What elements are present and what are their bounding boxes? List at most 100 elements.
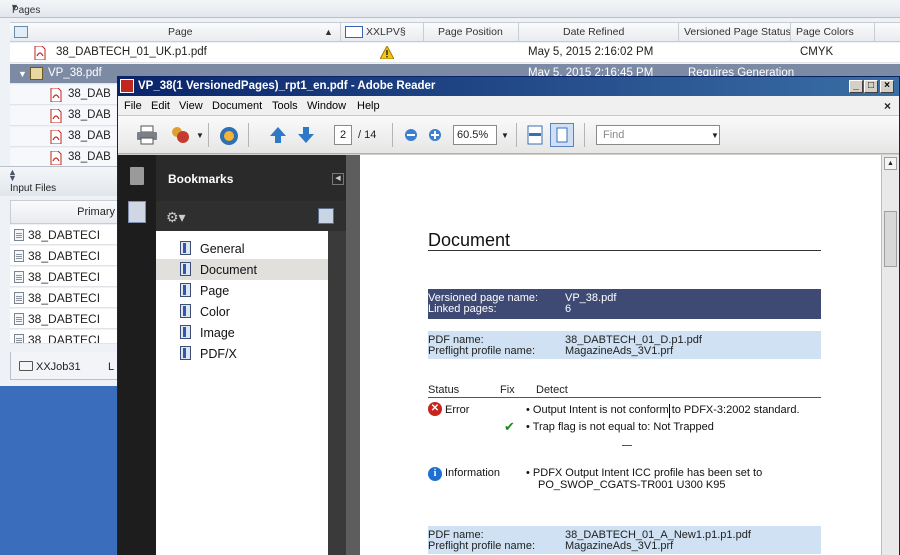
- bookmark-document[interactable]: Document: [156, 259, 328, 280]
- menu-file[interactable]: File: [124, 100, 142, 112]
- thumbnail-column-icon[interactable]: [14, 26, 28, 38]
- gear-icon[interactable]: ⚙▾: [166, 209, 186, 226]
- page-name: 38_DAB: [68, 109, 111, 121]
- bookmark-label: General: [200, 242, 245, 256]
- find-input[interactable]: Find: [596, 125, 720, 145]
- scroll-up-icon[interactable]: ▲: [884, 157, 897, 170]
- title-bar[interactable]: VP_38(1 VersionedPages)_rpt1_en.pdf - Ad…: [118, 77, 899, 96]
- input-files-column-header[interactable]: Primary: [10, 200, 120, 224]
- collaborate-dropdown-icon[interactable]: ▼: [196, 131, 204, 140]
- error-icon: ✕: [428, 402, 442, 416]
- bookmarks-list: General Document Page Color Image PDF/X: [156, 231, 328, 555]
- list-item[interactable]: 38_DABTECI: [10, 225, 120, 245]
- menu-edit[interactable]: Edit: [151, 100, 170, 112]
- menu-help[interactable]: Help: [357, 100, 380, 112]
- sign-icon[interactable]: [218, 125, 240, 147]
- fit-width-icon[interactable]: [526, 125, 544, 145]
- menu-view[interactable]: View: [179, 100, 203, 112]
- linked-pages-label: Linked pages:: [428, 303, 497, 315]
- input-files-header[interactable]: ▲ ▼ Input Files: [0, 166, 120, 196]
- col-xxlpv[interactable]: XXLPV§: [366, 26, 406, 38]
- list-item[interactable]: 38_DABTECI: [10, 309, 120, 329]
- bookmark-color[interactable]: Color: [156, 301, 328, 322]
- col-detect: Detect: [536, 384, 568, 396]
- bookmarks-title: Bookmarks: [168, 172, 234, 186]
- zoom-dropdown-icon[interactable]: ▼: [501, 131, 509, 140]
- bookmarks-scrollbar[interactable]: [328, 231, 346, 555]
- job-tab-label: XXJob31: [36, 361, 81, 373]
- checkmark-icon: ✔: [504, 419, 515, 434]
- find-dropdown-icon[interactable]: ▼: [711, 131, 719, 140]
- adobe-reader-icon[interactable]: [120, 79, 134, 93]
- pdf-page: Document Versioned page name: VP_38.pdf …: [360, 155, 881, 555]
- close-button[interactable]: ×: [880, 80, 894, 93]
- document-icon: [14, 271, 24, 283]
- sort-ascending-icon[interactable]: ▲: [324, 27, 333, 37]
- expand-triangle-icon[interactable]: ▼: [18, 69, 27, 79]
- bookmark-image[interactable]: Image: [156, 322, 328, 343]
- col-versioned-page-status[interactable]: Versioned Page Status: [684, 26, 791, 38]
- list-item[interactable]: 38_DABTECI: [10, 330, 120, 344]
- col-date-refined[interactable]: Date Refined: [563, 26, 624, 38]
- status-information: Information: [445, 467, 501, 479]
- col-primary[interactable]: Primary: [77, 206, 115, 218]
- input-file-name: 38_DABTECI: [28, 270, 101, 284]
- col-page-colors[interactable]: Page Colors: [796, 26, 854, 38]
- maximize-button[interactable]: □: [864, 80, 878, 93]
- xxlpv-column-icon: [345, 26, 363, 38]
- list-item[interactable]: 38_DABTECI: [10, 246, 120, 266]
- col-page[interactable]: Page: [168, 26, 193, 38]
- menu-document[interactable]: Document: [212, 100, 262, 112]
- job-tab[interactable]: XXJob31 L: [10, 352, 120, 380]
- bookmark-page[interactable]: Page: [156, 280, 328, 301]
- zoom-input[interactable]: 60.5%: [453, 125, 497, 145]
- page-total: / 14: [358, 129, 377, 141]
- detect-item: • Output Intent is not conform to PDFX-3…: [526, 404, 800, 416]
- detect-item: • PDFX Output Intent ICC profile has bee…: [526, 467, 763, 479]
- bookmark-icon: [180, 262, 191, 276]
- linked-pages-value: 6: [565, 303, 572, 315]
- close-document-icon[interactable]: ×: [884, 99, 891, 113]
- bookmarks-panel: Bookmarks ◀ ⚙▾ General Document Page Col…: [156, 155, 346, 555]
- list-item[interactable]: 38_DABTECI: [10, 267, 120, 287]
- pages-panel-icon[interactable]: [130, 167, 144, 185]
- page-number-input[interactable]: 2: [334, 125, 352, 145]
- bookmark-pdfx[interactable]: PDF/X: [156, 343, 328, 364]
- pdf-file-icon: [50, 151, 62, 165]
- zoom-out-icon[interactable]: [404, 128, 418, 142]
- bookmark-general[interactable]: General: [156, 238, 328, 259]
- input-file-name: 38_DABTECI: [28, 333, 101, 344]
- bookmark-icon: [180, 346, 191, 360]
- fit-page-icon[interactable]: [550, 123, 574, 147]
- pages-section-label: Pages: [12, 5, 41, 16]
- resize-arrows-icon[interactable]: ▲ ▼: [8, 168, 17, 183]
- bookmarks-panel-icon[interactable]: [128, 201, 146, 223]
- collaborate-icon[interactable]: [169, 125, 191, 145]
- bookmark-icon: [180, 325, 191, 339]
- document-area: Document Versioned page name: VP_38.pdf …: [346, 155, 881, 555]
- minimize-button[interactable]: _: [849, 80, 863, 93]
- scroll-thumb[interactable]: [884, 211, 897, 267]
- menu-tools[interactable]: Tools: [272, 100, 298, 112]
- document-scrollbar[interactable]: ▲: [881, 155, 899, 555]
- separator-dash: [622, 445, 632, 446]
- document-icon: [14, 313, 24, 325]
- bookmark-label: Color: [200, 305, 230, 319]
- table-rule: [428, 397, 821, 398]
- col-page-position[interactable]: Page Position: [438, 26, 503, 38]
- list-item[interactable]: 38_DABTECI: [10, 288, 120, 308]
- new-bookmark-icon[interactable]: [318, 208, 334, 224]
- table-row[interactable]: 38_DABTECH_01_UK.p1.pdf May 5, 2015 2:16…: [10, 43, 900, 63]
- versioned-page-value: VP_38.pdf: [565, 292, 617, 304]
- menu-window[interactable]: Window: [307, 100, 346, 112]
- print-icon[interactable]: [136, 125, 158, 145]
- page-colors: CMYK: [800, 46, 834, 58]
- zoom-in-icon[interactable]: [428, 128, 442, 142]
- previous-page-icon[interactable]: [268, 125, 288, 145]
- input-file-name: 38_DABTECI: [28, 228, 101, 242]
- collapse-panel-icon[interactable]: ◀: [332, 173, 344, 185]
- input-file-name: 38_DABTECI: [28, 312, 101, 326]
- input-files-label: Input Files: [10, 183, 57, 194]
- pages-section-header[interactable]: ▼ Pages: [0, 0, 900, 18]
- next-page-icon[interactable]: [296, 125, 316, 145]
